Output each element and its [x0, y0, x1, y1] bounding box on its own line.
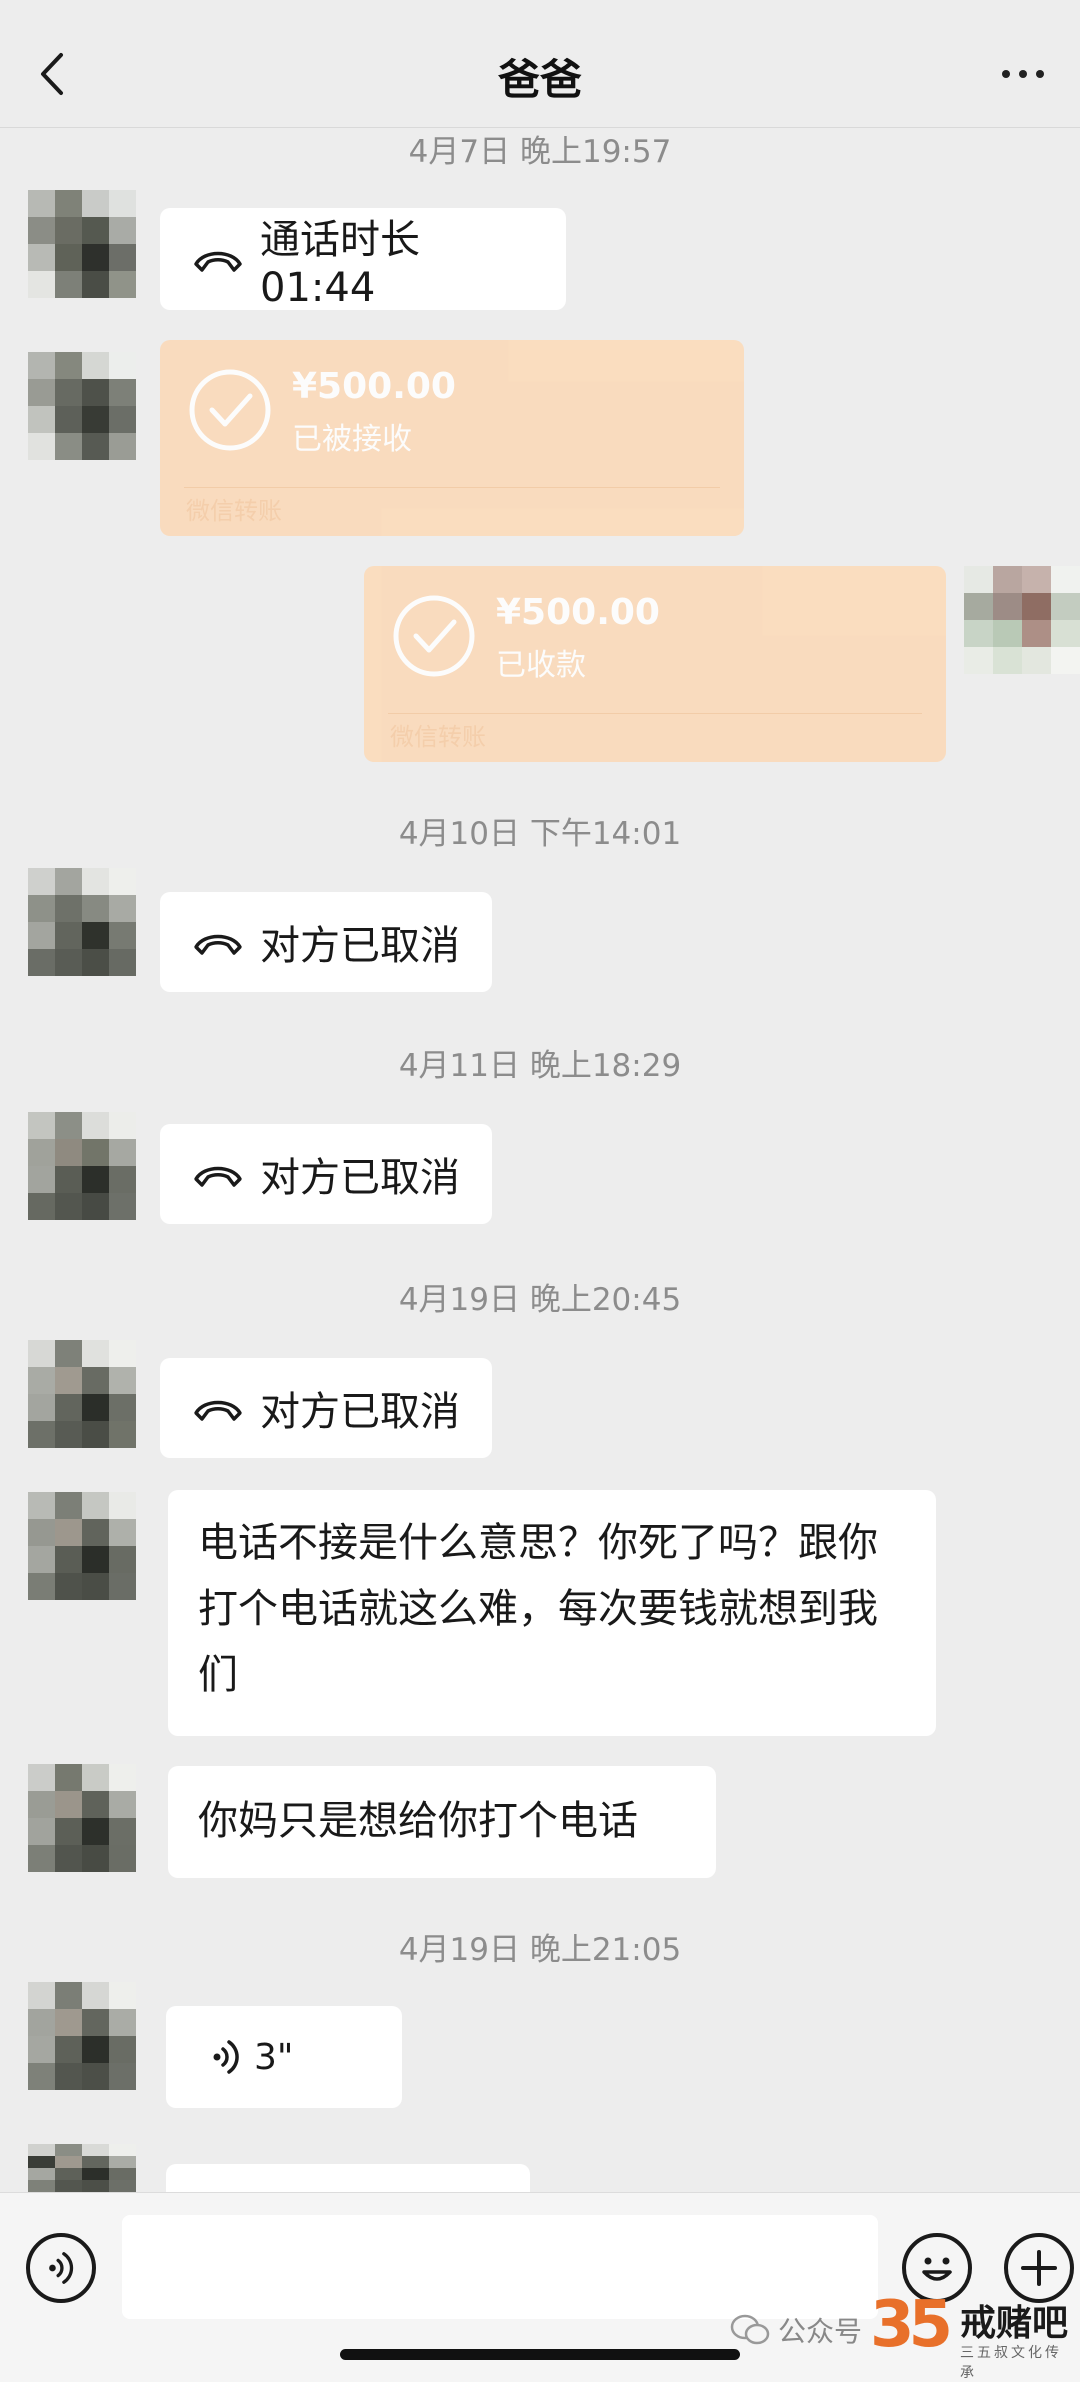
contact-avatar[interactable] — [28, 1112, 136, 1220]
logo-subtitle: 三五叔文化传承 — [960, 2345, 1062, 2381]
plus-icon — [1021, 2250, 1057, 2286]
watermark-label: 公众号 — [778, 2315, 863, 2348]
transfer-status: 已被接收 — [292, 422, 412, 457]
voice-wave-icon — [49, 2252, 74, 2284]
voice-wave-icon — [213, 2040, 239, 2074]
contact-avatar[interactable] — [28, 1982, 136, 2090]
call-duration-text: 通话时长 01:44 — [260, 217, 420, 311]
divider — [388, 713, 922, 714]
timestamp: 4月11日 晚上18:29 — [398, 1048, 682, 1084]
timestamp: 4月19日 晚上20:45 — [398, 1282, 682, 1318]
transfer-card-sent[interactable]: ¥500.00 已收款 微信转账 — [364, 566, 946, 762]
contact-avatar[interactable] — [28, 2144, 136, 2192]
more-options-icon[interactable] — [988, 56, 1058, 92]
check-circle-icon — [189, 369, 271, 451]
transfer-footer: 微信转账 — [186, 497, 282, 525]
transfer-amount: ¥500.00 — [292, 366, 456, 407]
call-record-bubble[interactable]: 通话时长 01:44 — [160, 208, 566, 311]
check-circle-icon — [393, 595, 475, 677]
message-text: 你妈只是想给你打个电话 — [198, 1798, 638, 1844]
voice-message-bubble[interactable]: 3" — [166, 2006, 402, 2108]
contact-avatar[interactable] — [28, 1492, 136, 1600]
message-input[interactable] — [122, 2215, 878, 2319]
chat-header: 爸爸 — [0, 0, 1080, 128]
home-indicator[interactable] — [340, 2349, 740, 2360]
contact-avatar[interactable] — [28, 868, 136, 976]
phone-hangup-icon — [194, 251, 242, 272]
call-record-bubble[interactable]: 对方已取消 — [160, 1124, 492, 1224]
call-status-text: 对方已取消 — [260, 1389, 460, 1435]
call-record-bubble[interactable]: 对方已取消 — [160, 892, 492, 992]
my-avatar[interactable] — [964, 566, 1080, 674]
timestamp: 4月19日 晚上21:05 — [398, 1932, 682, 1968]
transfer-amount: ¥500.00 — [496, 592, 660, 633]
wechat-icon — [730, 2314, 770, 2345]
timestamp: 4月10日 下午14:01 — [398, 816, 682, 852]
text-message-bubble[interactable]: 电话不接是什么意思？你死了吗？跟你打个电话就这么难，每次要钱就想到我们 — [168, 1490, 936, 1736]
brand-logo: 35 戒赌吧 三五叔文化传承 — [870, 2288, 1070, 2381]
message-text: 电话不接是什么意思？你死了吗？跟你打个电话就这么难，每次要钱就想到我们 — [198, 1520, 878, 1698]
voice-input-button[interactable] — [26, 2233, 96, 2303]
partial-message-bubble[interactable] — [166, 2164, 530, 2192]
contact-avatar[interactable] — [28, 1764, 136, 1872]
phone-hangup-icon — [194, 1400, 242, 1421]
phone-hangup-icon — [194, 934, 242, 955]
contact-avatar[interactable] — [28, 1340, 136, 1448]
divider — [184, 487, 720, 488]
timestamp: 4月7日 晚上19:57 — [408, 134, 672, 170]
call-status-text: 对方已取消 — [260, 1155, 460, 1201]
call-status-text: 对方已取消 — [260, 923, 460, 969]
logo-number: 35 — [870, 2288, 953, 2362]
logo-name: 戒赌吧 — [960, 2303, 1069, 2344]
text-message-bubble[interactable]: 你妈只是想给你打个电话 — [168, 1766, 716, 1878]
watermark: 公众号 — [730, 2310, 862, 2350]
chat-title: 爸爸 — [497, 55, 582, 104]
transfer-footer: 微信转账 — [390, 723, 486, 751]
transfer-card-received[interactable]: ¥500.00 已被接收 微信转账 — [160, 340, 744, 536]
transfer-status: 已收款 — [496, 648, 586, 683]
voice-duration: 3" — [254, 2036, 294, 2078]
call-record-bubble[interactable]: 对方已取消 — [160, 1358, 492, 1458]
contact-avatar[interactable] — [28, 352, 136, 460]
contact-avatar[interactable] — [28, 190, 136, 298]
phone-hangup-icon — [194, 1166, 242, 1187]
